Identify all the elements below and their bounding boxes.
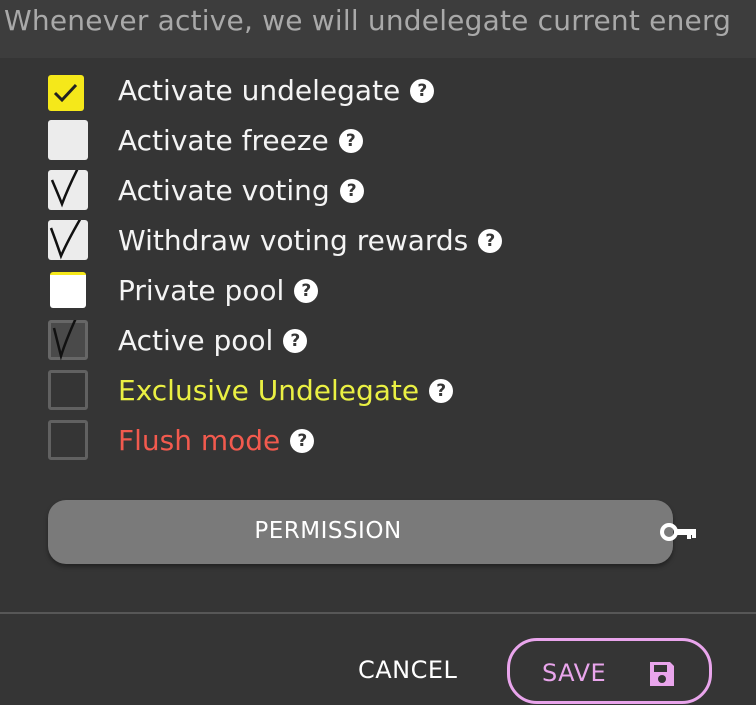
floppy-disk-icon (650, 662, 674, 686)
checkbox-activate-voting[interactable] (48, 170, 88, 210)
help-icon[interactable]: ? (338, 128, 363, 153)
help-icon[interactable]: ? (429, 378, 454, 403)
hand-tick-icon (52, 320, 77, 360)
option-label: Withdraw voting rewards (118, 224, 469, 257)
help-icon[interactable]: ? (410, 78, 435, 103)
checkbox-flush-mode[interactable] (48, 420, 88, 460)
checkbox-activate-freeze[interactable] (48, 120, 88, 160)
option-label: Private pool (118, 274, 285, 307)
checkmark-icon (53, 83, 78, 103)
footer-divider (0, 612, 756, 614)
cancel-button[interactable]: CANCEL (358, 656, 457, 684)
option-label: Activate freeze (118, 124, 329, 157)
option-label: Activate undelegate (118, 74, 401, 107)
checkbox-private-pool[interactable] (50, 272, 86, 308)
description-text: Whenever active, we will undelegate curr… (4, 4, 732, 37)
help-icon[interactable]: ? (478, 228, 503, 253)
hand-tick-icon (49, 220, 82, 260)
description-bar: Whenever active, we will undelegate curr… (0, 0, 756, 58)
save-button[interactable]: SAVE (507, 638, 712, 704)
checkbox-active-pool[interactable] (48, 320, 88, 360)
help-icon[interactable]: ? (290, 428, 315, 453)
permission-button-label: PERMISSION (254, 518, 402, 544)
option-label: Active pool (118, 324, 274, 357)
key-icon (660, 523, 696, 541)
help-icon[interactable]: ? (294, 278, 319, 303)
option-label: Activate voting (118, 174, 330, 207)
checkbox-activate-undelegate[interactable] (48, 75, 84, 111)
permission-button[interactable]: PERMISSION (48, 500, 696, 564)
hand-tick-icon (50, 170, 79, 208)
save-button-label: SAVE (542, 659, 607, 687)
option-label: Exclusive Undelegate (118, 374, 420, 407)
help-icon[interactable]: ? (339, 178, 364, 203)
checkbox-withdraw-voting-rewards[interactable] (48, 220, 88, 260)
help-icon[interactable]: ? (283, 328, 308, 353)
option-label: Flush mode (118, 424, 281, 457)
checkbox-exclusive-undelegate[interactable] (48, 370, 88, 410)
